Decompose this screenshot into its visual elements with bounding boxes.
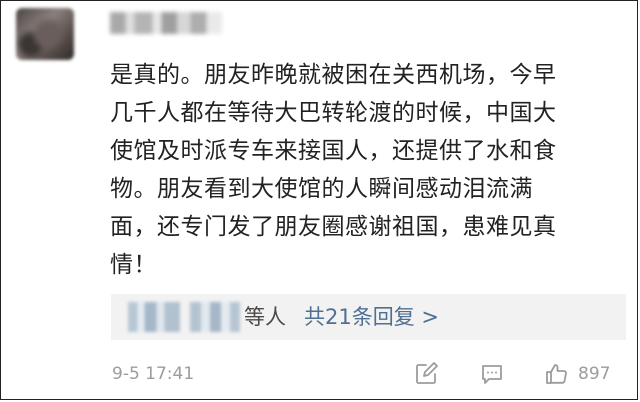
username[interactable] bbox=[110, 12, 222, 34]
thumbs-up-icon[interactable] bbox=[545, 362, 569, 386]
comment-text: 是真的。朋友昨晚就被困在关西机场，今早 几千人都在等待大巴转轮渡的时候，中国大 … bbox=[110, 56, 630, 284]
replier-name[interactable] bbox=[190, 302, 240, 332]
avatar[interactable] bbox=[16, 8, 74, 60]
timestamp: 9-5 17:41 bbox=[112, 364, 195, 384]
view-replies-link[interactable]: 共21条回复 > bbox=[304, 302, 439, 332]
comment-line: 面，还专门发了朋友圈感谢祖国，患难见真 bbox=[110, 214, 557, 240]
reply-others-label: 等人 bbox=[244, 305, 286, 329]
replier-name[interactable] bbox=[128, 302, 180, 332]
comment-icon[interactable] bbox=[480, 362, 504, 386]
comment-line: 物。朋友看到大使馆的人瞬间感动泪流满 bbox=[110, 176, 533, 202]
like-count: 897 bbox=[578, 364, 611, 384]
comment-line: 是真的。朋友昨晚就被困在关西机场，今早 bbox=[110, 62, 557, 88]
comment-line: 情！ bbox=[110, 252, 157, 278]
comment-line: 使馆及时派专车来接国人，还提供了水和食 bbox=[110, 138, 557, 164]
edit-icon[interactable] bbox=[414, 362, 438, 386]
comment-line: 几千人都在等待大巴转轮渡的时候，中国大 bbox=[110, 100, 557, 126]
